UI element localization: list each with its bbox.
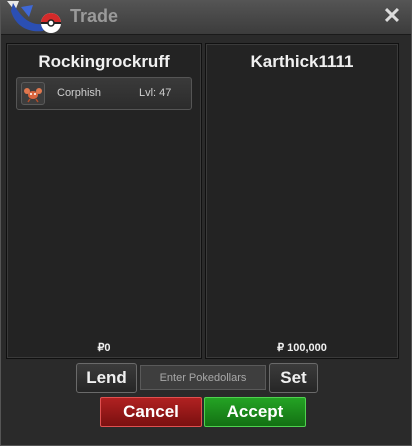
left-money-amount: ₽0 <box>97 342 111 354</box>
pokeball-logo-icon <box>7 1 61 33</box>
my-offer-panel: Rockingrockruff Corphish Lvl: 47 ₽0 <box>6 43 202 359</box>
cancel-button[interactable]: Cancel <box>100 397 202 427</box>
pokedollars-input[interactable] <box>140 365 266 390</box>
set-button[interactable]: Set <box>269 363 318 393</box>
item-level: Lvl: 47 <box>139 87 172 99</box>
lend-button[interactable]: Lend <box>76 363 137 393</box>
accept-button[interactable]: Accept <box>204 397 306 427</box>
right-money-amount: ₽ 100,000 <box>277 342 327 354</box>
item-name: Corphish <box>57 87 102 99</box>
window-title: Trade <box>70 6 119 26</box>
their-offer-panel: Karthick1111 ₽ 100,000 <box>205 43 399 359</box>
title-bar[interactable]: Trade ✕ <box>1 1 411 35</box>
trade-window: Trade ✕ Rockingrockruff Corphish Lvl: 47… <box>0 0 412 446</box>
trade-item-corphish[interactable]: Corphish Lvl: 47 <box>16 77 192 110</box>
close-icon[interactable]: ✕ <box>381 4 403 28</box>
right-trainer-name: Karthick1111 <box>250 52 354 71</box>
corphish-sprite-icon <box>21 82 45 105</box>
left-trainer-name: Rockingrockruff <box>38 52 170 71</box>
